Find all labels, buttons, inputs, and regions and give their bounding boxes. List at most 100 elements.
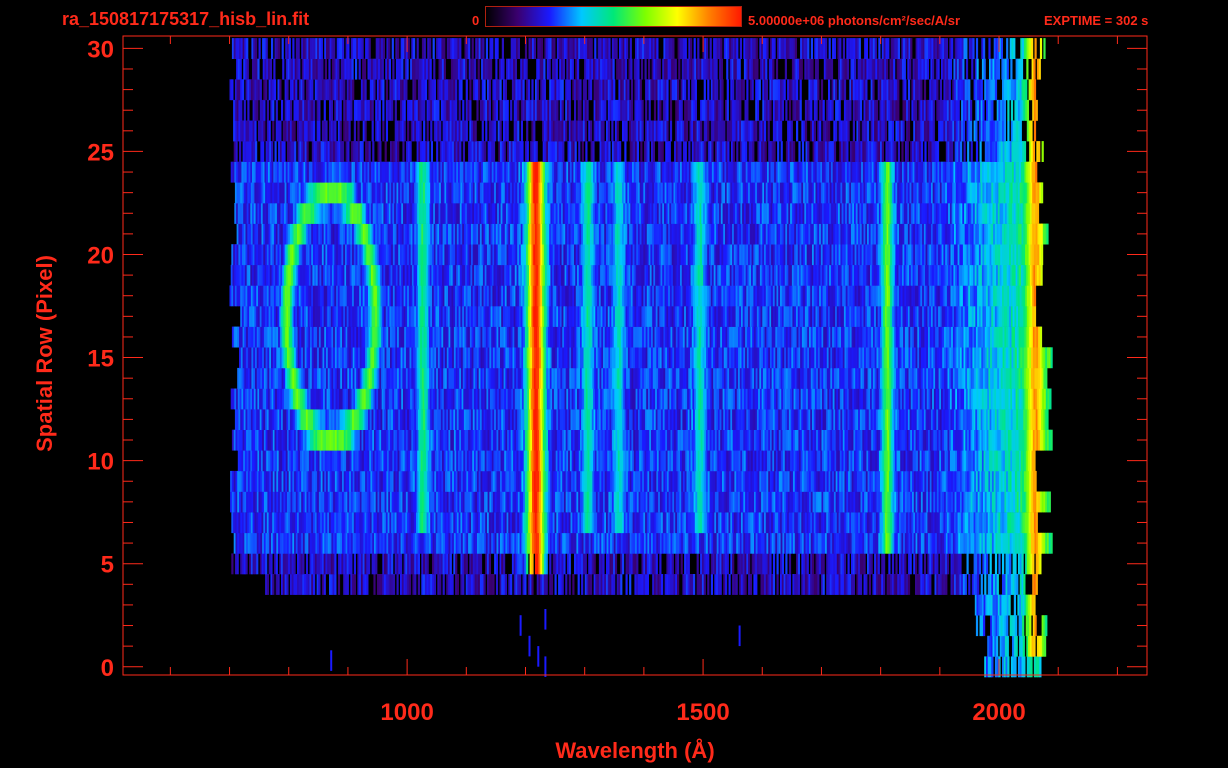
heatmap-cell [1015, 635, 1018, 657]
heatmap-cell [936, 553, 939, 575]
heatmap-cell [776, 553, 779, 575]
heatmap-cell [870, 553, 873, 575]
heatmap-cell [909, 553, 912, 575]
heatmap-cell [346, 574, 349, 595]
heatmap-cell [728, 574, 731, 595]
heatmap-cell [451, 574, 454, 595]
heatmap-cell [265, 553, 268, 575]
heatmap-cell [980, 574, 983, 595]
heatmap-cell [797, 574, 800, 595]
heatmap-cell [400, 553, 403, 575]
heatmap-cell [865, 574, 868, 595]
heatmap-cell [983, 615, 986, 637]
heatmap-cell [1022, 635, 1025, 657]
heatmap-cell [904, 553, 907, 575]
heatmap-cell [781, 553, 784, 575]
heatmap-cell [373, 574, 376, 595]
heatmap-cell [671, 553, 674, 575]
heatmap-cell [888, 553, 891, 575]
heatmap-cell [693, 574, 696, 595]
heatmap-cell [661, 574, 664, 595]
heatmap-cell [755, 574, 758, 595]
heatmap-cell [772, 574, 776, 595]
heatmap-cell [286, 574, 289, 595]
heatmap-cell [256, 553, 259, 575]
heatmap-cell [1014, 553, 1017, 575]
heatmap-cell [1021, 553, 1024, 575]
heatmap-cell [396, 574, 399, 595]
heatmap-cell [519, 574, 522, 595]
heatmap-cell [785, 553, 788, 575]
heatmap-cell [313, 574, 316, 595]
heatmap-cell [895, 553, 898, 575]
heatmap-cell [433, 574, 436, 595]
heatmap-cell [977, 574, 980, 595]
heatmap-cell [495, 574, 499, 595]
heatmap-cell [1016, 574, 1019, 595]
heatmap-cell [788, 574, 792, 595]
heatmap-cell [1032, 553, 1035, 575]
heatmap-cell [1045, 367, 1048, 389]
heatmap-cell [531, 553, 534, 575]
heatmap-cell [231, 553, 234, 575]
heatmap-cell [989, 553, 992, 575]
heatmap-cell [302, 553, 305, 575]
heatmap-cell [710, 574, 713, 595]
heatmap-cell [1046, 409, 1049, 430]
heatmap-cell [561, 574, 564, 595]
heatmap-cell [772, 553, 776, 575]
heatmap-cell [565, 574, 568, 595]
heatmap-cell [859, 574, 863, 595]
heatmap-cell [524, 574, 527, 595]
heatmap-cell [1014, 656, 1017, 678]
heatmap-cell [797, 553, 800, 575]
heatmap-cell [277, 574, 280, 595]
heatmap-cell [1044, 635, 1047, 657]
heatmap-cell [945, 574, 948, 595]
heatmap-cell [920, 553, 923, 575]
heatmap-cell [1008, 594, 1011, 616]
heatmap-cell [984, 574, 987, 595]
heatmap-cell [272, 574, 275, 595]
heatmap-cell [877, 553, 880, 575]
heatmap-cell [726, 553, 729, 575]
heatmap-cell [891, 553, 895, 575]
heatmap-cell [996, 635, 999, 657]
heatmap-cell [986, 553, 989, 575]
heatmap-cell [749, 574, 752, 595]
heatmap-cell [696, 553, 699, 575]
heatmap-cell [964, 574, 967, 595]
heatmap-cell [725, 574, 728, 595]
heatmap-cell [975, 615, 979, 637]
heatmap-cell [677, 553, 680, 575]
heatmap-cell [568, 553, 571, 575]
heatmap-cell [439, 574, 442, 595]
heatmap-cell [483, 574, 486, 595]
heatmap-cell [353, 574, 356, 595]
heatmap-cell [847, 553, 850, 575]
heatmap-cell [1030, 656, 1033, 678]
heatmap-cell [531, 574, 534, 595]
heatmap-cell [323, 574, 326, 595]
heatmap-cell [959, 553, 962, 575]
heatmap-cell [1002, 553, 1005, 575]
heatmap-cell [270, 553, 273, 575]
heatmap-cell [318, 574, 321, 595]
heatmap-cell [680, 553, 683, 575]
heatmap-cell [1039, 553, 1042, 575]
heatmap-cell [577, 574, 580, 595]
heatmap-cell [350, 553, 353, 575]
heatmap-cell [590, 574, 593, 595]
heatmap-cell [788, 553, 792, 575]
heatmap-cell [1022, 615, 1025, 637]
heatmap-cell [1033, 450, 1036, 472]
heatmap-cell [510, 574, 513, 595]
heatmap-cell [563, 553, 566, 575]
heatmap-cell [946, 553, 950, 575]
heatmap-cell [1029, 615, 1032, 637]
heatmap-cell [1034, 470, 1037, 492]
heatmap-cell [417, 574, 420, 595]
heatmap-cell [266, 574, 269, 595]
heatmap-cell [735, 574, 738, 595]
heatmap-cell [1039, 656, 1042, 678]
